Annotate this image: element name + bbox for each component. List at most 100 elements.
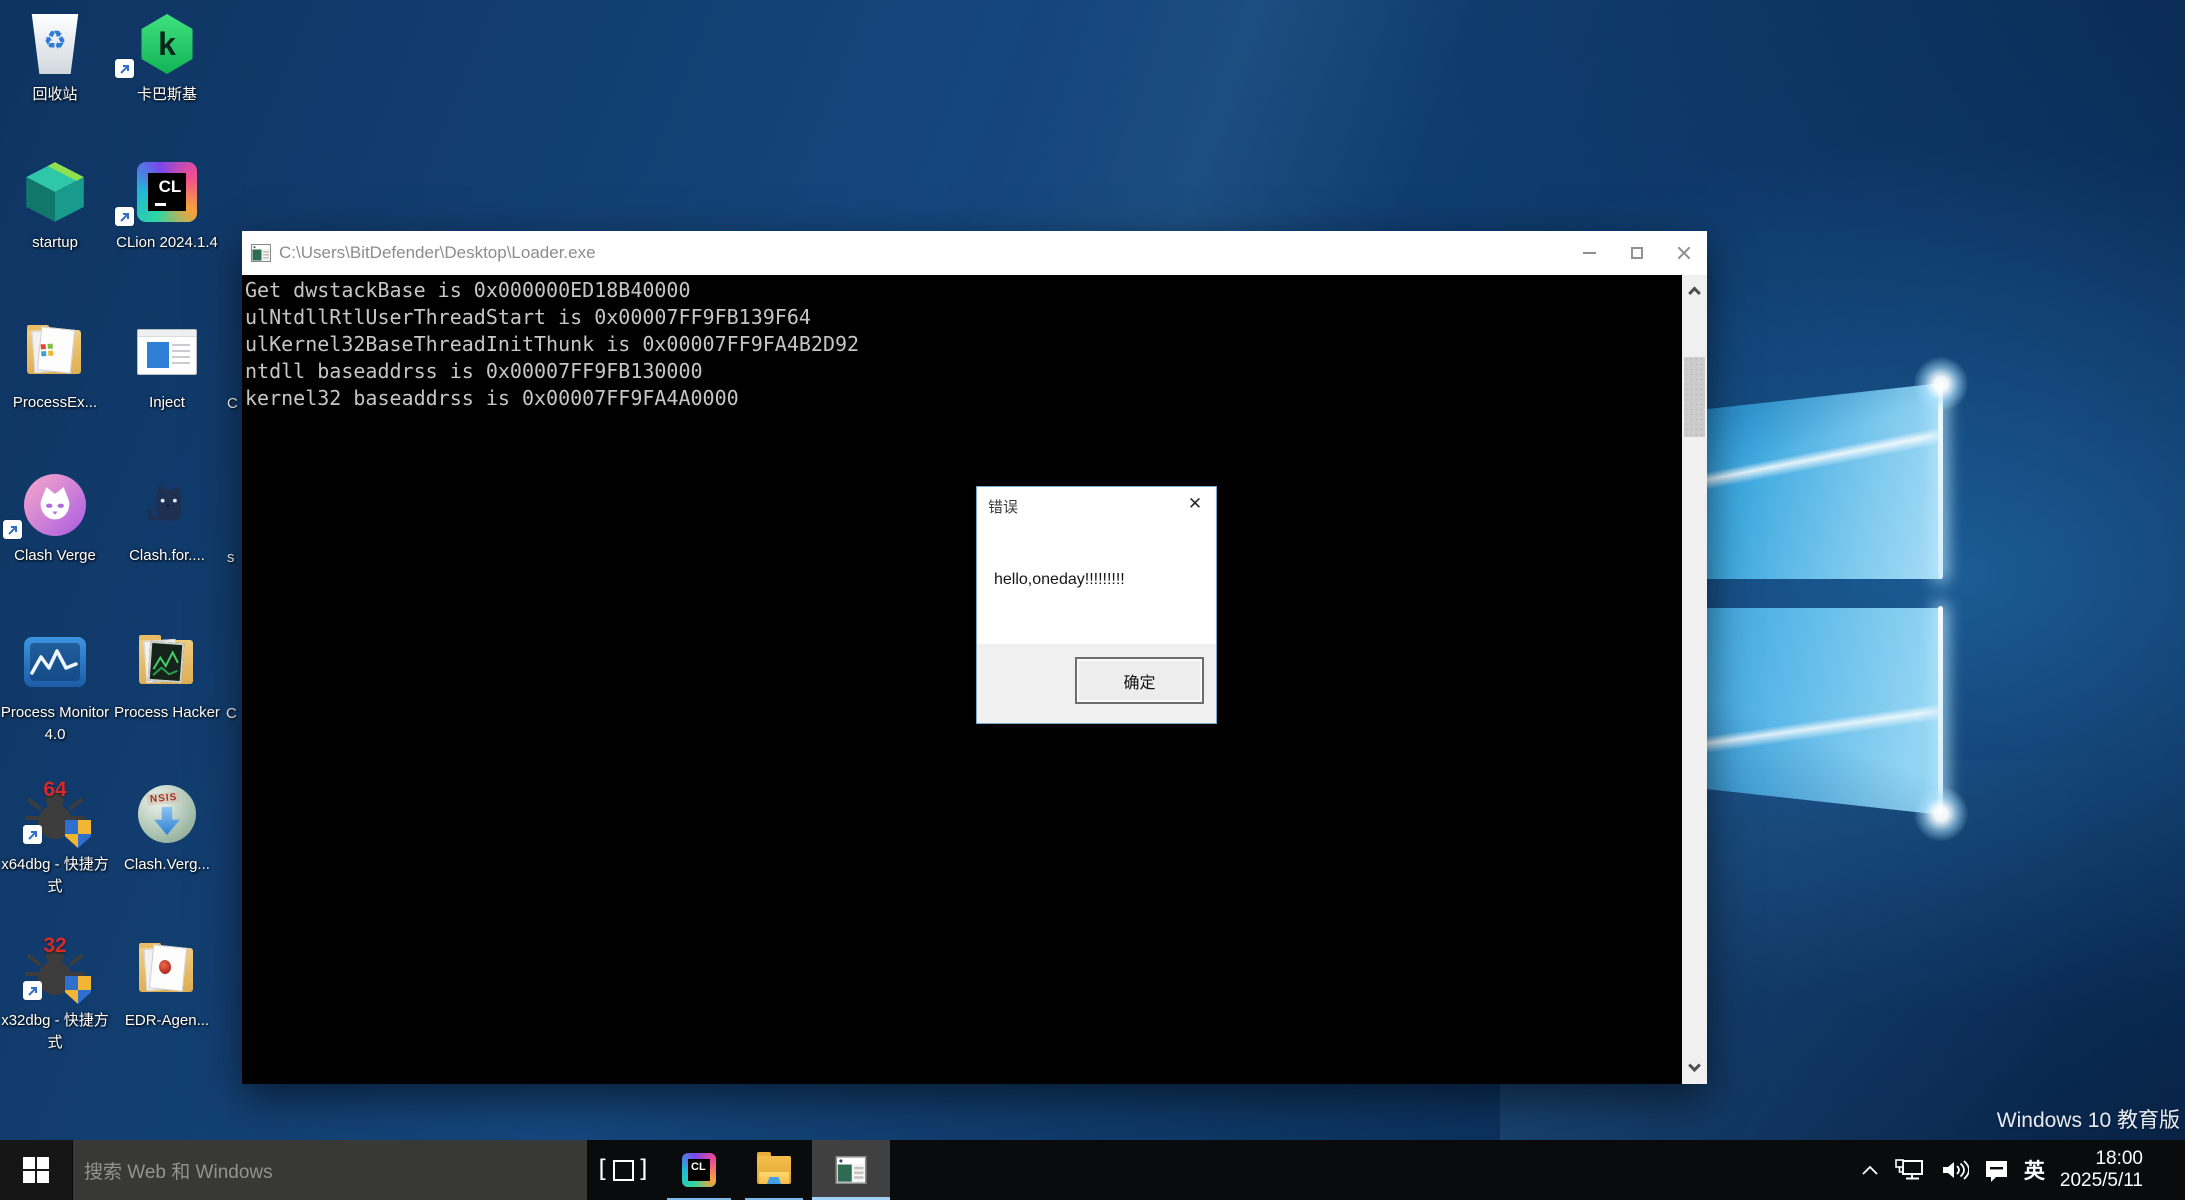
- search-placeholder: 搜索 Web 和 Windows: [84, 1157, 273, 1184]
- dialog-title: 错误: [988, 496, 1018, 517]
- shortcut-arrow-icon: [23, 981, 42, 1000]
- icon-label: Inject: [109, 392, 225, 414]
- console-line: kernel32 baseaddrss is 0x00007FF9FA4A000…: [245, 385, 1682, 412]
- icon-label: Process Monitor 4.0: [0, 702, 113, 746]
- icon-label: 回收站: [0, 84, 113, 106]
- close-button[interactable]: [1660, 231, 1707, 275]
- recycle-bin-icon: ♻: [28, 14, 82, 74]
- hidden-icon-label-fragment: s: [227, 549, 235, 566]
- notification-center-icon[interactable]: [1984, 1159, 2009, 1182]
- windows-logo-edge-glow: [1938, 606, 1943, 815]
- bug-debugger-icon: 64: [23, 782, 87, 846]
- icon-label: CLion 2024.1.4: [109, 232, 225, 254]
- shortcut-arrow-icon: [3, 520, 22, 539]
- taskbar-search-box[interactable]: 搜索 Web 和 Windows: [73, 1140, 587, 1200]
- desktop-screen: Windows 10 教育版 ♻ 回收站 k 卡巴斯基 startup CL C…: [0, 0, 2185, 1200]
- desktop-icon-inject[interactable]: Inject: [109, 320, 225, 414]
- scroll-down-button[interactable]: [1682, 1052, 1707, 1084]
- console-line: Get dwstackBase is 0x000000ED18B40000: [245, 277, 1682, 304]
- icon-label: ProcessEx...: [0, 392, 113, 414]
- console-title-bar[interactable]: C:\Users\BitDefender\Desktop\Loader.exe: [242, 231, 1707, 275]
- desktop-icon-process-monitor[interactable]: Process Monitor 4.0: [0, 630, 113, 746]
- icon-label: x64dbg - 快捷方式: [0, 854, 113, 898]
- error-dialog: 错误 ✕ hello,oneday!!!!!!!!! 确定: [976, 486, 1217, 724]
- console-window: C:\Users\BitDefender\Desktop\Loader.exe …: [242, 231, 1707, 1084]
- desktop-icon-kaspersky[interactable]: k 卡巴斯基: [109, 12, 225, 106]
- desktop-icon-startup[interactable]: startup: [0, 160, 113, 254]
- icon-label: startup: [0, 232, 113, 254]
- task-view-button[interactable]: [ ]: [594, 1140, 652, 1200]
- desktop-icon-x32dbg[interactable]: 32 x32dbg - 快捷方式: [0, 938, 113, 1054]
- maximize-button[interactable]: [1613, 231, 1660, 275]
- folder-icon: [137, 942, 197, 998]
- minimize-button[interactable]: [1566, 231, 1613, 275]
- dialog-close-button[interactable]: ✕: [1174, 487, 1216, 521]
- desktop-icon-clash-verge-installer[interactable]: NSIS Clash.Verg...: [109, 782, 225, 876]
- hidden-icon-label-fragment: C: [226, 705, 237, 722]
- console-output: Get dwstackBase is 0x000000ED18B40000ulN…: [242, 275, 1682, 1084]
- speaker-icon[interactable]: [1941, 1159, 1969, 1181]
- shortcut-arrow-icon: [23, 825, 42, 844]
- folder-icon: [137, 634, 197, 690]
- icon-label: EDR-Agen...: [109, 1010, 225, 1032]
- icon-label: Clash Verge: [0, 545, 113, 567]
- nsis-installer-icon: NSIS: [138, 785, 196, 843]
- clock-date: 2025/5/11: [2060, 1170, 2143, 1192]
- console-line: ulNtdllRtlUserThreadStart is 0x00007FF9F…: [245, 304, 1682, 331]
- desktop-icon-x64dbg[interactable]: 64 x64dbg - 快捷方式: [0, 782, 113, 898]
- startup-box-icon: [25, 161, 85, 223]
- desktop-icon-processex-folder[interactable]: ProcessEx...: [0, 320, 113, 414]
- console-app-icon: [835, 1156, 867, 1184]
- scrollbar-thumb[interactable]: [1684, 357, 1705, 437]
- taskbar-button-console-active[interactable]: [812, 1140, 890, 1200]
- kaspersky-icon: k: [138, 14, 196, 74]
- icon-label: Process Hacker: [109, 702, 225, 724]
- chevron-up-icon: [1688, 286, 1701, 299]
- console-line: ntdll baseaddrss is 0x00007FF9FB130000: [245, 358, 1682, 385]
- console-line: ulKernel32BaseThreadInitThunk is 0x00007…: [245, 331, 1682, 358]
- maximize-icon: [1631, 247, 1643, 259]
- desktop-icon-clash-for-windows[interactable]: Clash.for....: [109, 473, 225, 567]
- taskbar-button-clion[interactable]: CL: [664, 1140, 734, 1200]
- network-icon[interactable]: [1894, 1158, 1926, 1182]
- cat-silhouette-icon: [139, 477, 195, 533]
- windows-logo-corner-flare: [1913, 356, 1969, 412]
- console-app-icon: [251, 244, 271, 262]
- installer-window-icon: [137, 329, 197, 375]
- start-button[interactable]: [0, 1140, 72, 1200]
- shortcut-arrow-icon: [115, 207, 134, 226]
- scroll-up-button[interactable]: [1682, 275, 1707, 307]
- dialog-message: hello,oneday!!!!!!!!!: [994, 571, 1125, 589]
- taskbar-clock[interactable]: 18:00 2025/5/11: [2060, 1148, 2143, 1192]
- icon-label: x32dbg - 快捷方式: [0, 1010, 113, 1054]
- taskbar: 搜索 Web 和 Windows [ ] CL: [0, 1140, 2185, 1200]
- icon-label: Clash.Verg...: [109, 854, 225, 876]
- ok-button[interactable]: 确定: [1075, 657, 1204, 704]
- windows-logo-corner-flare: [1913, 786, 1969, 842]
- cat-face-icon: [24, 474, 86, 536]
- desktop-icon-clash-verge[interactable]: Clash Verge: [0, 473, 113, 567]
- windows-edition-watermark: Windows 10 教育版: [1997, 1104, 2180, 1134]
- console-scrollbar[interactable]: [1682, 275, 1707, 1084]
- waveform-monitor-icon: [24, 637, 86, 687]
- taskbar-button-file-explorer[interactable]: [742, 1140, 806, 1200]
- desktop-icon-clion[interactable]: CL CLion 2024.1.4: [109, 160, 225, 254]
- clock-time: 18:00: [2060, 1148, 2143, 1170]
- file-explorer-icon: [757, 1156, 791, 1184]
- shortcut-arrow-icon: [115, 59, 134, 78]
- hidden-icon-label-fragment: C: [227, 395, 238, 412]
- ime-language-indicator[interactable]: 英: [2024, 1155, 2045, 1185]
- system-tray: 英 18:00 2025/5/11: [1861, 1140, 2185, 1200]
- clion-icon: CL: [137, 162, 197, 222]
- desktop-icon-recycle-bin[interactable]: ♻ 回收站: [0, 12, 113, 106]
- bug-debugger-icon: 32: [23, 938, 87, 1002]
- chevron-down-icon: [1688, 1059, 1701, 1072]
- show-hidden-icons-chevron[interactable]: [1861, 1165, 1879, 1175]
- folder-icon: [25, 324, 85, 380]
- desktop-icon-process-hacker[interactable]: Process Hacker: [109, 630, 225, 724]
- dialog-footer: 确定: [977, 644, 1216, 723]
- desktop-icon-edr-agent[interactable]: EDR-Agen...: [109, 938, 225, 1032]
- minimize-icon: [1583, 252, 1596, 254]
- clion-icon: CL: [682, 1153, 716, 1187]
- icon-label: 卡巴斯基: [109, 84, 225, 106]
